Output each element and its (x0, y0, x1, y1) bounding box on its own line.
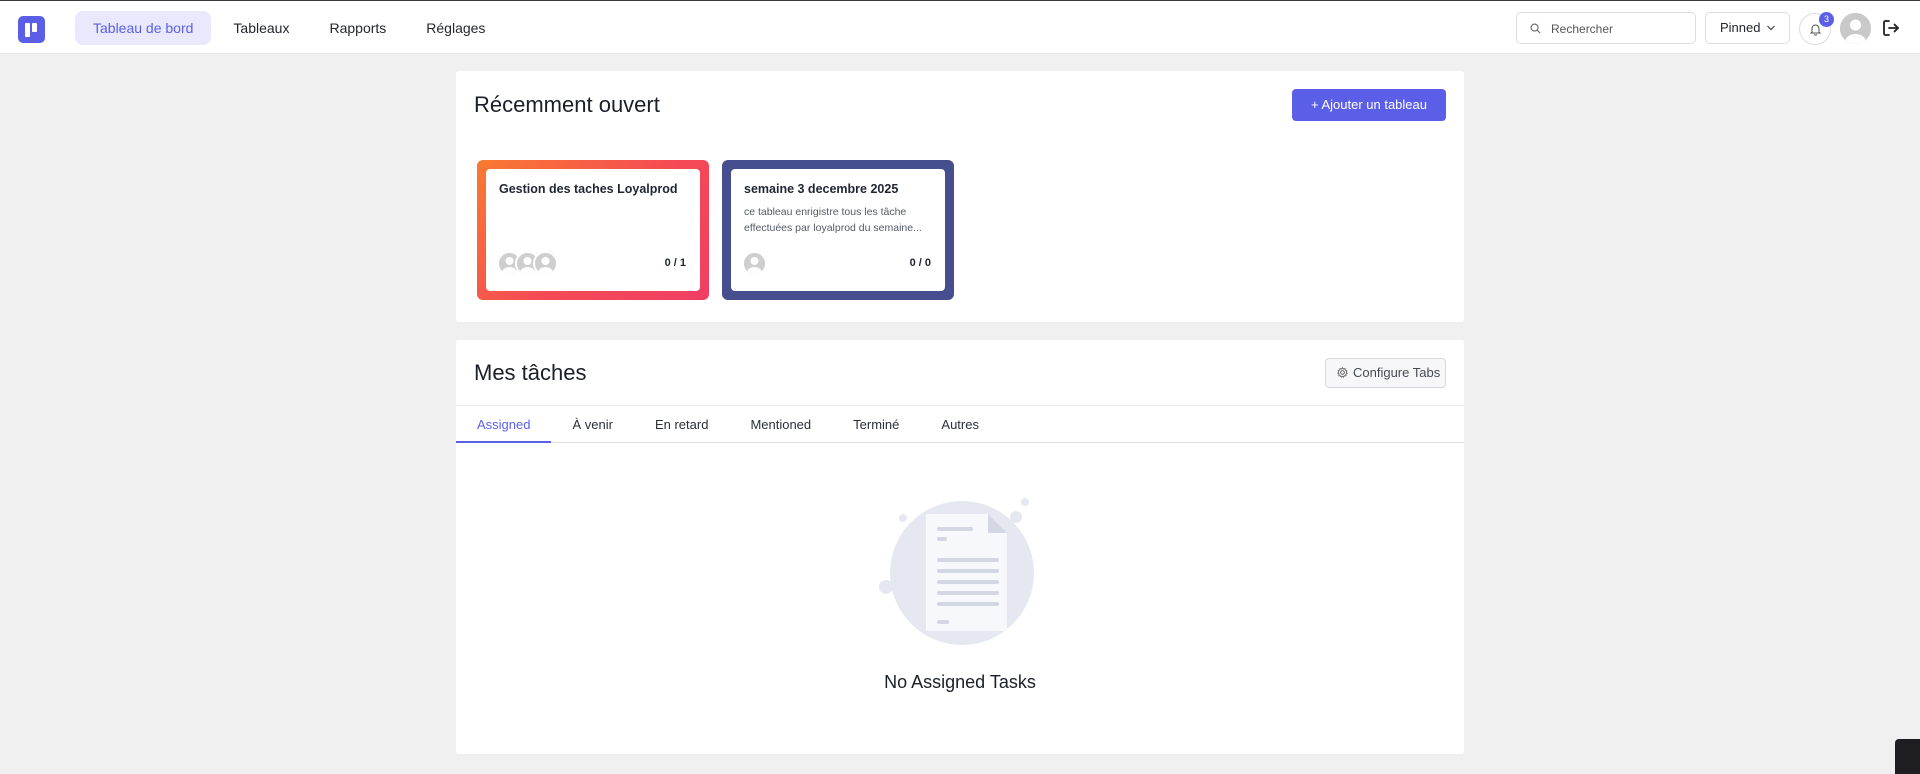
board-card-body: semaine 3 decembre 2025 ce tableau enrig… (731, 169, 945, 291)
main-nav: Tableau de bord Tableaux Rapports Réglag… (75, 11, 503, 45)
empty-state-message: No Assigned Tasks (884, 672, 1036, 692)
board-card[interactable]: Gestion des taches Loyalprod 0 / 1 (477, 160, 709, 300)
document-icon (879, 498, 1034, 645)
tab-done[interactable]: Terminé (832, 406, 920, 443)
tab-overdue[interactable]: En retard (634, 406, 729, 443)
tab-mentioned[interactable]: Mentioned (729, 406, 832, 443)
tab-others[interactable]: Autres (920, 406, 1000, 443)
member-avatar (533, 251, 558, 276)
app-logo[interactable] (18, 16, 45, 43)
board-description-line: ce tableau enrigistre tous les tâche (744, 206, 907, 218)
add-board-button[interactable]: + Ajouter un tableau (1292, 89, 1446, 121)
pinned-dropdown[interactable]: Pinned (1705, 12, 1790, 44)
my-tasks-panel: Mes tâches Configure Tabs Assigned À ven… (456, 340, 1464, 754)
bell-icon (1810, 24, 1821, 36)
floating-widget[interactable] (1895, 739, 1920, 774)
search-box[interactable] (1516, 12, 1696, 44)
nav-item-boards[interactable]: Tableaux (215, 11, 307, 45)
board-task-count: 0 / 0 (909, 257, 931, 269)
member-avatar (742, 251, 767, 276)
search-input[interactable] (1551, 19, 1689, 39)
logout-icon (1883, 20, 1899, 36)
nav-item-settings[interactable]: Réglages (408, 11, 503, 45)
chevron-down-icon (1767, 25, 1775, 31)
tab-upcoming[interactable]: À venir (551, 406, 633, 443)
user-avatar[interactable] (1840, 13, 1871, 44)
top-bar: Tableau de bord Tableaux Rapports Réglag… (0, 0, 1920, 54)
board-card[interactable]: semaine 3 decembre 2025 ce tableau enrig… (722, 160, 954, 300)
notification-badge: 3 (1819, 12, 1834, 27)
recent-boards-panel: Récemment ouvert + Ajouter un tableau Ge… (456, 71, 1464, 322)
nav-item-reports[interactable]: Rapports (311, 11, 404, 45)
user-avatar-icon (1840, 13, 1871, 44)
gear-icon (1337, 367, 1348, 378)
board-description: ce tableau enrigistre tous les tâche eff… (744, 204, 934, 236)
nav-item-dashboard[interactable]: Tableau de bord (75, 11, 212, 45)
configure-tabs-button[interactable]: Configure Tabs (1325, 358, 1446, 388)
pinned-label: Pinned (1720, 20, 1761, 35)
board-card-body: Gestion des taches Loyalprod 0 / 1 (486, 169, 700, 291)
board-description-line: effectuées par loyalprod du semaine... (744, 222, 922, 234)
tab-assigned[interactable]: Assigned (456, 406, 552, 443)
recent-title: Récemment ouvert (474, 92, 660, 117)
board-task-count: 0 / 1 (664, 257, 686, 269)
search-icon (1530, 23, 1541, 34)
board-title: semaine 3 decembre 2025 (744, 182, 899, 196)
board-title: Gestion des taches Loyalprod (499, 182, 678, 196)
configure-tabs-label: Configure Tabs (1353, 365, 1441, 380)
task-tabs: Assigned À venir En retard Mentioned Ter… (456, 406, 1000, 443)
logout-button[interactable] (1881, 18, 1901, 43)
tasks-title: Mes tâches (474, 360, 587, 385)
